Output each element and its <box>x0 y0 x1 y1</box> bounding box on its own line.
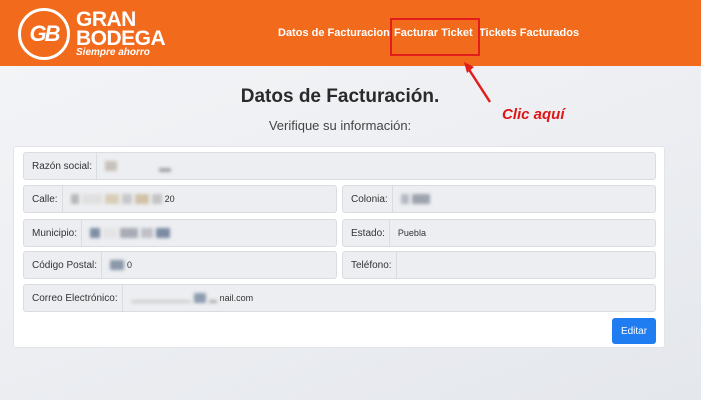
nav-tickets-facturados[interactable]: Tickets Facturados <box>479 27 579 39</box>
codigo-postal-value[interactable]: 0 <box>102 252 336 278</box>
razon-social-label: Razón social: <box>24 153 98 179</box>
billing-info-card: Razón social: Calle: 20 Colonia: Municip <box>13 146 665 348</box>
nav-datos-facturacion[interactable]: Datos de Facturacion <box>278 27 390 39</box>
municipio-value[interactable] <box>82 220 336 246</box>
highlight-box <box>390 18 480 56</box>
page-subtitle: Verifique su información: <box>268 118 412 133</box>
correo-label: Correo Electrónico: <box>24 285 123 311</box>
site-header: GB GRAN BODEGA Siempre ahorro Datos de F… <box>0 0 701 66</box>
field-municipio: Municipio: <box>23 219 337 247</box>
field-estado: Estado: Puebla <box>342 219 656 247</box>
field-telefono: Teléfono: <box>342 251 656 279</box>
colonia-label: Colonia: <box>343 186 393 212</box>
razon-social-value[interactable] <box>97 153 655 179</box>
estado-label: Estado: <box>343 220 390 246</box>
calle-value[interactable]: 20 <box>63 186 336 212</box>
correo-value[interactable]: nail.com <box>123 285 655 311</box>
edit-button[interactable]: Editar <box>612 318 656 344</box>
estado-value[interactable]: Puebla <box>390 220 655 246</box>
logo-tagline: Siempre ahorro <box>76 47 150 58</box>
logo-text-line2: BODEGA <box>76 27 166 50</box>
telefono-label: Teléfono: <box>343 252 397 278</box>
field-correo: Correo Electrónico: nail.com <box>23 284 656 312</box>
municipio-label: Municipio: <box>24 220 83 246</box>
telefono-value[interactable] <box>397 252 655 278</box>
field-codigo-postal: Código Postal: 0 <box>23 251 337 279</box>
field-calle: Calle: 20 <box>23 185 337 213</box>
field-razon-social: Razón social: <box>23 152 656 180</box>
brand-logo[interactable]: GB GRAN BODEGA Siempre ahorro <box>18 6 178 60</box>
field-colonia: Colonia: <box>342 185 656 213</box>
page-title: Datos de Facturación. <box>240 86 440 107</box>
colonia-value[interactable] <box>393 186 655 212</box>
codigo-postal-label: Código Postal: <box>24 252 103 278</box>
logo-monogram: GB <box>18 8 70 60</box>
calle-label: Calle: <box>24 186 63 212</box>
